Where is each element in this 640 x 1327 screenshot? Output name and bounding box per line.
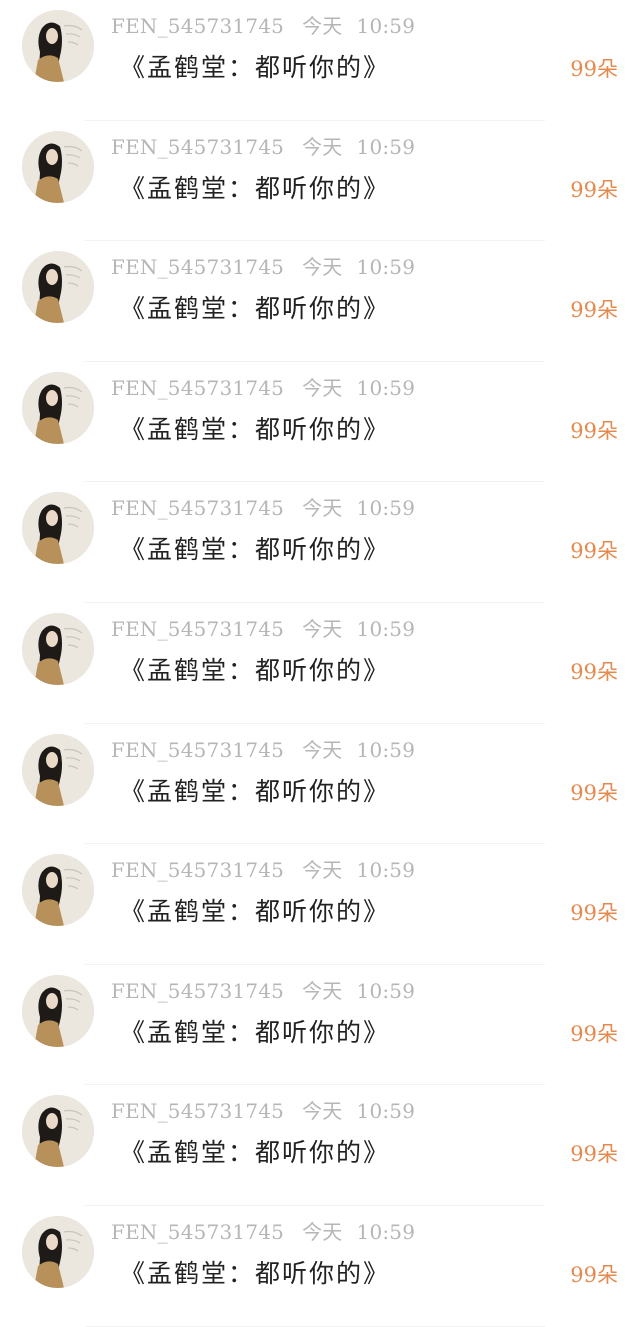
username[interactable]: FEN_545731745 — [111, 135, 284, 159]
gift-count: 99朵 — [570, 298, 618, 323]
post-day: 今天 — [302, 375, 343, 400]
post-time: 10:59 — [356, 255, 416, 280]
post-time: 10:59 — [356, 14, 416, 38]
post-day: 今天 — [302, 858, 343, 883]
comment-row[interactable]: FEN_545731745 今天 10:59 《孟鹤堂：都听你的》 99朵 — [0, 1085, 640, 1206]
post-time: 10:59 — [356, 616, 416, 641]
comment-row[interactable]: FEN_545731745 今天 10:59 《孟鹤堂：都听你的》 99朵 — [0, 241, 640, 362]
gift-count: 99朵 — [570, 1021, 618, 1046]
comment-meta: FEN_545731745 今天 10:59 — [111, 736, 415, 764]
gift-count: 99朵 — [570, 177, 618, 202]
username[interactable]: FEN_545731745 — [111, 14, 284, 38]
comment-text: 《孟鹤堂：都听你的》 — [120, 1017, 391, 1047]
avatar[interactable] — [22, 854, 94, 927]
gift-count: 99朵 — [570, 57, 618, 81]
avatar[interactable] — [22, 251, 94, 324]
comment-meta: FEN_545731745 今天 10:59 — [111, 615, 415, 643]
avatar[interactable] — [22, 1215, 94, 1288]
comment-meta: FEN_545731745 今天 10:59 — [111, 374, 415, 402]
username[interactable]: FEN_545731745 — [111, 1220, 284, 1244]
comment-text: 《孟鹤堂：都听你的》 — [120, 414, 391, 444]
comment-text: 《孟鹤堂：都听你的》 — [120, 53, 391, 82]
gift-count: 99朵 — [570, 780, 618, 805]
post-time: 10:59 — [356, 737, 416, 762]
comment-meta: FEN_545731745 今天 10:59 — [111, 12, 415, 40]
gift-count: 99朵 — [570, 901, 618, 926]
post-day: 今天 — [302, 1219, 343, 1244]
post-day: 今天 — [302, 255, 343, 280]
username[interactable]: FEN_545731745 — [111, 496, 284, 520]
avatar[interactable] — [22, 10, 94, 82]
post-time: 10:59 — [356, 134, 416, 159]
post-day: 今天 — [302, 14, 343, 38]
avatar[interactable] — [22, 371, 94, 444]
comment-row[interactable]: FEN_545731745 今天 10:59 《孟鹤堂：都听你的》 99朵 — [0, 844, 640, 965]
comment-row[interactable]: FEN_545731745 今天 10:59 《孟鹤堂：都听你的》 99朵 — [0, 0, 640, 121]
gift-count: 99朵 — [570, 659, 618, 684]
username[interactable]: FEN_545731745 — [111, 255, 284, 279]
comment-list: FEN_545731745 今天 10:59 《孟鹤堂：都听你的》 99朵 FEN_… — [0, 0, 640, 1327]
username[interactable]: FEN_545731745 — [111, 858, 284, 882]
comment-text: 《孟鹤堂：都听你的》 — [120, 1258, 391, 1288]
post-time: 10:59 — [356, 858, 416, 883]
post-time: 10:59 — [356, 978, 416, 1003]
comment-text: 《孟鹤堂：都听你的》 — [120, 897, 391, 927]
comment-text: 《孟鹤堂：都听你的》 — [120, 1138, 391, 1168]
comment-row[interactable]: FEN_545731745 今天 10:59 《孟鹤堂：都听你的》 99朵 — [0, 121, 640, 242]
username[interactable]: FEN_545731745 — [111, 617, 284, 641]
avatar[interactable] — [22, 492, 94, 565]
comment-meta: FEN_545731745 今天 10:59 — [111, 856, 415, 884]
avatar[interactable] — [22, 130, 94, 203]
comment-text: 《孟鹤堂：都听你的》 — [120, 173, 391, 203]
comment-meta: FEN_545731745 今天 10:59 — [111, 253, 415, 281]
post-time: 10:59 — [356, 1219, 416, 1244]
post-day: 今天 — [302, 134, 343, 159]
comment-row[interactable]: FEN_545731745 今天 10:59 《孟鹤堂：都听你的》 99朵 — [0, 362, 640, 483]
comment-text: 《孟鹤堂：都听你的》 — [120, 294, 391, 324]
comment-row[interactable]: FEN_545731745 今天 10:59 《孟鹤堂：都听你的》 99朵 — [0, 603, 640, 724]
post-day: 今天 — [302, 978, 343, 1003]
gift-count: 99朵 — [570, 1262, 618, 1287]
avatar[interactable] — [22, 1095, 94, 1168]
avatar[interactable] — [22, 612, 94, 685]
post-day: 今天 — [302, 496, 343, 521]
comment-meta: FEN_545731745 今天 10:59 — [111, 133, 415, 161]
comment-meta: FEN_545731745 今天 10:59 — [111, 1218, 415, 1246]
row-divider — [85, 1325, 545, 1327]
comment-text: 《孟鹤堂：都听你的》 — [120, 776, 391, 806]
avatar[interactable] — [22, 974, 94, 1047]
post-day: 今天 — [302, 1099, 343, 1124]
post-day: 今天 — [302, 737, 343, 762]
comment-meta: FEN_545731745 今天 10:59 — [111, 1097, 415, 1125]
gift-count: 99朵 — [570, 1142, 618, 1167]
username[interactable]: FEN_545731745 — [111, 979, 284, 1003]
comment-text: 《孟鹤堂：都听你的》 — [120, 535, 391, 565]
post-time: 10:59 — [356, 496, 416, 521]
comment-row[interactable]: FEN_545731745 今天 10:59 《孟鹤堂：都听你的》 99朵 — [0, 1206, 640, 1327]
comment-row[interactable]: FEN_545731745 今天 10:59 《孟鹤堂：都听你的》 99朵 — [0, 482, 640, 603]
avatar[interactable] — [22, 733, 94, 806]
comment-meta: FEN_545731745 今天 10:59 — [111, 494, 415, 522]
post-time: 10:59 — [356, 375, 416, 400]
comment-row[interactable]: FEN_545731745 今天 10:59 《孟鹤堂：都听你的》 99朵 — [0, 724, 640, 845]
username[interactable]: FEN_545731745 — [111, 1099, 284, 1123]
comment-meta: FEN_545731745 今天 10:59 — [111, 977, 415, 1005]
username[interactable]: FEN_545731745 — [111, 376, 284, 400]
gift-count: 99朵 — [570, 539, 618, 564]
gift-count: 99朵 — [570, 418, 618, 443]
post-day: 今天 — [302, 616, 343, 641]
comment-row[interactable]: FEN_545731745 今天 10:59 《孟鹤堂：都听你的》 99朵 — [0, 965, 640, 1086]
comment-text: 《孟鹤堂：都听你的》 — [120, 655, 391, 685]
post-time: 10:59 — [356, 1099, 416, 1124]
username[interactable]: FEN_545731745 — [111, 738, 284, 762]
